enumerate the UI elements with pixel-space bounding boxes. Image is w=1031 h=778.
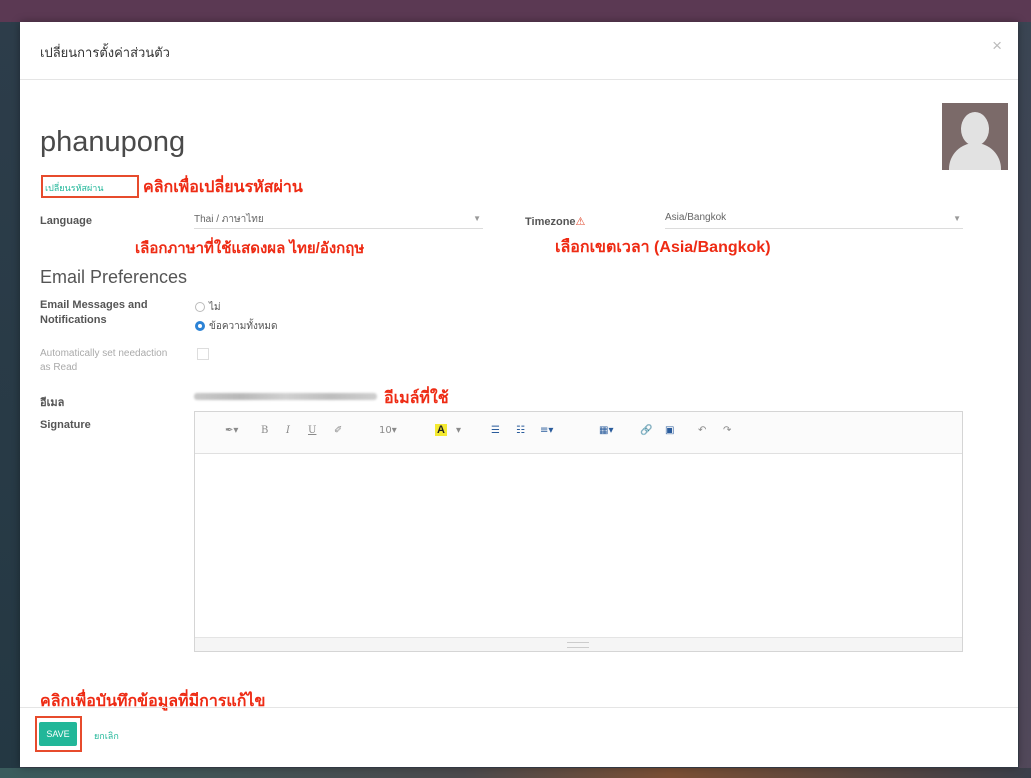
font-color-caret-icon[interactable]: ▾ [456, 425, 461, 436]
undo-icon[interactable]: ↶ [698, 425, 706, 436]
backdrop-right [1019, 22, 1031, 778]
redo-icon[interactable]: ↷ [723, 425, 731, 436]
link-icon[interactable]: 🔗 [640, 425, 652, 436]
language-value: Thai / ภาษาไทย [194, 214, 264, 225]
language-select[interactable]: Thai / ภาษาไทย ▼ [194, 212, 483, 229]
language-annotation: เลือกภาษาที่ใช้แสดงผล ไทย/อังกฤษ [135, 240, 365, 257]
close-icon[interactable]: × [992, 36, 1002, 56]
font-color-button[interactable]: A [435, 424, 447, 436]
radio-all-messages-label: ข้อความทั้งหมด [209, 321, 278, 332]
chevron-down-icon: ▼ [953, 214, 961, 223]
avatar[interactable] [942, 103, 1008, 170]
resize-grip-icon [567, 642, 589, 648]
avatar-body-shape [949, 143, 1001, 170]
signature-editor: ✒▾ B I U ✐ 10▾ A ▾ ☰ ☷ ≡▾ ▦▾ 🔗 ▣ ↶ ↷ [194, 411, 963, 652]
auto-read-checkbox[interactable] [197, 348, 209, 360]
backdrop-bottom [0, 768, 1031, 778]
radio-none[interactable] [195, 302, 205, 312]
save-annotation: คลิกเพื่อบันทึกข้อมูลที่มีการแก้ไข [40, 693, 266, 710]
auto-read-label: Automatically set needaction as Read [40, 348, 168, 373]
change-password-annotation: คลิกเพื่อเปลี่ยนรหัสผ่าน [143, 179, 303, 196]
email-preferences-title: Email Preferences [40, 267, 188, 287]
radio-none-label: ไม่ [209, 302, 221, 313]
editor-resize-handle[interactable] [195, 637, 962, 651]
ordered-list-icon[interactable]: ☷ [516, 425, 525, 436]
backdrop-left [0, 22, 20, 778]
signature-label: Signature [40, 419, 91, 431]
signature-editor-body[interactable] [195, 454, 962, 637]
unordered-list-icon[interactable]: ☰ [491, 425, 500, 436]
avatar-head-shape [961, 112, 989, 146]
bold-button[interactable]: B [261, 425, 268, 436]
warning-icon[interactable]: ⚠ [576, 216, 586, 228]
table-dropdown-icon[interactable]: ▦▾ [599, 425, 613, 436]
footer-divider [20, 707, 1018, 708]
preferences-dialog: เปลี่ยนการตั้งค่าส่วนตัว × phanupong เปล… [20, 22, 1018, 767]
language-label: Language [40, 215, 92, 227]
italic-button[interactable]: I [286, 425, 290, 436]
email-value-redacted[interactable] [194, 393, 377, 400]
backdrop-top [0, 0, 1031, 22]
timezone-label: Timezone⚠ [525, 215, 585, 228]
underline-button[interactable]: U [308, 425, 316, 436]
align-dropdown-icon[interactable]: ≡▾ [540, 425, 553, 436]
editor-toolbar: ✒▾ B I U ✐ 10▾ A ▾ ☰ ☷ ≡▾ ▦▾ 🔗 ▣ ↶ ↷ [195, 412, 962, 454]
dialog-header: เปลี่ยนการตั้งค่าส่วนตัว × [20, 22, 1018, 80]
email-annotation: อีเมล์ที่ใช้ [384, 390, 449, 407]
eraser-icon[interactable]: ✐ [334, 425, 342, 436]
timezone-label-text: Timezone [525, 216, 576, 228]
email-label: อีเมล [40, 397, 65, 409]
email-messages-label: Email Messages and Notifications [40, 299, 148, 326]
user-name: phanupong [40, 126, 186, 158]
dialog-title: เปลี่ยนการตั้งค่าส่วนตัว [40, 45, 170, 60]
pen-style-icon[interactable]: ✒▾ [225, 425, 238, 436]
radio-all-messages[interactable] [195, 321, 205, 331]
font-size-dropdown[interactable]: 10▾ [379, 425, 397, 436]
save-button[interactable]: SAVE [39, 722, 77, 746]
timezone-annotation: เลือกเขตเวลา (Asia/Bangkok) [555, 239, 771, 256]
timezone-select[interactable]: Asia/Bangkok ▼ [665, 212, 963, 229]
timezone-value: Asia/Bangkok [665, 212, 727, 223]
chevron-down-icon: ▼ [473, 214, 481, 223]
cancel-link[interactable]: ยกเลิก [94, 729, 119, 743]
image-icon[interactable]: ▣ [665, 425, 674, 436]
change-password-link[interactable]: เปลี่ยนรหัสผ่าน [45, 181, 103, 195]
